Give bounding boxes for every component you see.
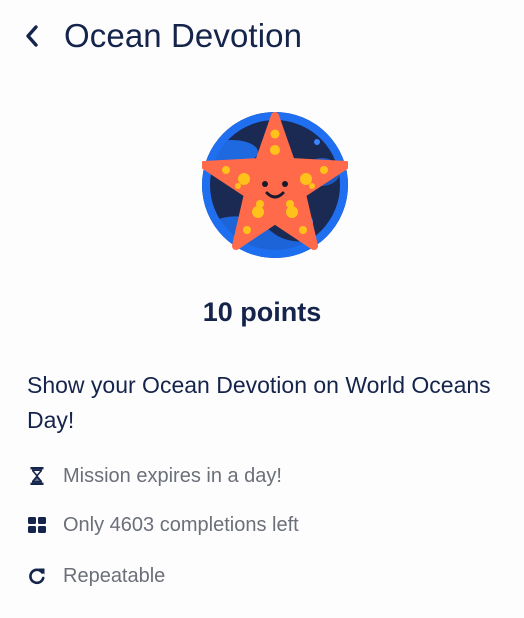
expiry-text: Mission expires in a day! — [63, 464, 282, 487]
chevron-left-icon — [26, 25, 38, 47]
page-title: Ocean Devotion — [64, 17, 303, 54]
repeatable-text: Repeatable — [63, 564, 166, 587]
starfish-icon — [200, 112, 350, 258]
back-button[interactable] — [24, 16, 50, 56]
expiry-row: Mission expires in a day! — [27, 462, 282, 490]
mission-description: Show your Ocean Devotion on World Oceans… — [27, 372, 491, 433]
completions-text: Only 4603 completions left — [63, 513, 299, 536]
repeat-icon — [27, 566, 47, 586]
grid-icon — [27, 515, 47, 535]
hourglass-icon — [27, 466, 47, 486]
mission-badge — [200, 112, 350, 258]
header: Ocean Devotion — [24, 12, 302, 60]
mission-detail-page: Ocean Devotion 10 points Show your Ocean… — [0, 0, 524, 618]
completions-row: Only 4603 completions left — [27, 511, 299, 539]
repeatable-row: Repeatable — [27, 562, 165, 590]
points-value: 10 points — [202, 297, 322, 327]
